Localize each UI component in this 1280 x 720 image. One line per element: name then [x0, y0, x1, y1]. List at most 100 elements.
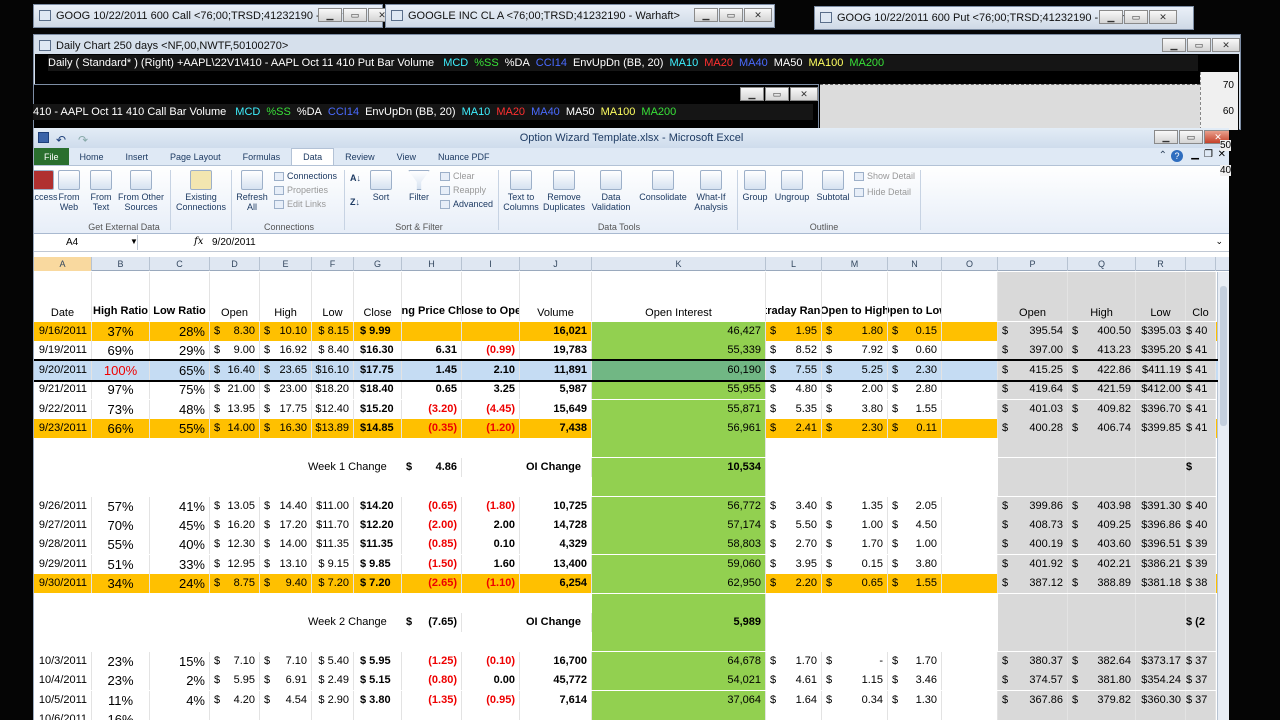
- closing-price-change-cell[interactable]: 0.65: [402, 380, 462, 400]
- volume-cell[interactable]: 14,728: [520, 516, 592, 535]
- stock-high-cell[interactable]: $379.82: [1068, 690, 1136, 710]
- header-low[interactable]: Low: [312, 272, 354, 321]
- open-interest-cell[interactable]: 60,190: [592, 360, 766, 380]
- header-open-interest[interactable]: Open Interest: [592, 272, 766, 321]
- low-ratio-cell[interactable]: 15%: [150, 651, 210, 671]
- formula-input[interactable]: 9/20/2011: [212, 235, 256, 250]
- open-interest-cell[interactable]: 55,871: [592, 399, 766, 419]
- minimize-button[interactable]: ▁: [1162, 38, 1186, 52]
- close-cell[interactable]: $ 7.20: [354, 574, 402, 594]
- stock-close-cell[interactable]: $ 40: [1186, 322, 1216, 341]
- close-to-open-cell[interactable]: (1.10): [462, 574, 520, 594]
- stock-high-cell[interactable]: $409.82: [1068, 399, 1136, 419]
- stock-high-cell[interactable]: $402.21: [1068, 554, 1136, 574]
- high-cell[interactable]: $17.20: [260, 516, 312, 535]
- empty-cell[interactable]: [998, 632, 1068, 652]
- table-row[interactable]: 9/23/2011 66% 55% $14.00 $16.30 $13.89 $14.85(…: [34, 419, 1218, 438]
- header-close-to-open[interactable]: Close to Open: [462, 272, 520, 321]
- stock-window[interactable]: GOOGLE INC CL A <76;00;TRSD;41232190 - W…: [385, 4, 775, 28]
- empty-cell[interactable]: [998, 477, 1068, 497]
- stock-high-cell[interactable]: $406.74: [1068, 419, 1136, 438]
- column-header-s[interactable]: [1186, 257, 1216, 271]
- empty-cell[interactable]: [592, 632, 766, 652]
- stock-open-cell[interactable]: $387.12: [998, 574, 1068, 594]
- close-to-open-cell[interactable]: [462, 322, 520, 341]
- summary-row[interactable]: Week 2 Change $ (7.65) OI Change 5,989 $ (2: [34, 613, 1218, 632]
- column-header-o[interactable]: O: [942, 257, 998, 271]
- blank-row[interactable]: [34, 632, 1218, 652]
- date-cell[interactable]: 10/3/2011: [34, 651, 92, 671]
- open-cell[interactable]: $14.00: [210, 419, 260, 438]
- date-cell[interactable]: 9/16/2011: [34, 322, 92, 341]
- maximize-button[interactable]: ▭: [343, 8, 367, 22]
- header-high-ratio[interactable]: High Ratio: [92, 272, 150, 321]
- refresh-all-button[interactable]: Refresh All: [234, 170, 270, 212]
- table-row[interactable]: 9/26/2011 57% 41% $13.05 $14.40 $11.00 $14.20(…: [34, 496, 1218, 516]
- empty-cell[interactable]: [942, 574, 998, 594]
- empty-cell[interactable]: [942, 360, 998, 380]
- oi-change-value[interactable]: 10,534: [592, 457, 766, 477]
- close-to-open-cell[interactable]: (1.20): [462, 419, 520, 438]
- excel-window[interactable]: ↶ ↷ Option Wizard Template.xlsx - Micros…: [33, 128, 1229, 720]
- stock-low-cell[interactable]: $391.30: [1136, 496, 1186, 516]
- header-high[interactable]: High: [260, 272, 312, 321]
- high-ratio-cell[interactable]: 69%: [92, 341, 150, 361]
- intraday-range-cell[interactable]: $2.20: [766, 574, 822, 594]
- week-change-label[interactable]: Week 1 Change: [308, 458, 404, 477]
- high-cell[interactable]: $14.00: [260, 535, 312, 555]
- empty-cell[interactable]: [1068, 593, 1136, 613]
- intraday-range-cell[interactable]: $4.80: [766, 380, 822, 400]
- header-open-to-low[interactable]: Open to Low: [888, 272, 942, 321]
- oi-change-value[interactable]: 5,989: [592, 613, 766, 632]
- name-box-dropdown-icon[interactable]: ▼: [130, 237, 138, 246]
- subtotal-button[interactable]: Subtotal: [814, 170, 852, 202]
- closing-price-change-cell[interactable]: 6.31: [402, 341, 462, 361]
- date-cell[interactable]: 9/23/2011: [34, 419, 92, 438]
- closing-price-change-cell[interactable]: (2.00): [402, 516, 462, 535]
- table-row[interactable]: 9/19/2011 69% 29% $9.00 $16.92 $ 8.40 $16.30 6.…: [34, 341, 1218, 361]
- stock-low-cell[interactable]: [1136, 710, 1186, 720]
- open-to-high-cell[interactable]: $0.15: [822, 554, 888, 574]
- date-cell[interactable]: 9/26/2011: [34, 496, 92, 516]
- tab-home[interactable]: Home: [69, 148, 115, 165]
- volume-cell[interactable]: 15,649: [520, 399, 592, 419]
- intraday-range-cell[interactable]: $2.41: [766, 419, 822, 438]
- low-cell[interactable]: $ 5.40: [312, 651, 354, 671]
- insert-function-icon[interactable]: fx: [194, 236, 203, 247]
- low-ratio-cell[interactable]: 4%: [150, 690, 210, 710]
- closing-price-change-cell[interactable]: (2.65): [402, 574, 462, 594]
- volume-cell[interactable]: 7,614: [520, 690, 592, 710]
- close-cell[interactable]: $12.20: [354, 516, 402, 535]
- column-header-a[interactable]: A: [34, 257, 92, 271]
- close-button[interactable]: ✕: [744, 8, 772, 22]
- intraday-range-cell[interactable]: $3.40: [766, 496, 822, 516]
- stock-close-cell[interactable]: [1186, 710, 1216, 720]
- volume-cell[interactable]: 19,783: [520, 341, 592, 361]
- redo-icon[interactable]: ↷: [78, 130, 88, 150]
- scroll-thumb[interactable]: [1220, 286, 1227, 426]
- open-interest-cell[interactable]: 59,060: [592, 554, 766, 574]
- stock-low-cell[interactable]: $396.70: [1136, 399, 1186, 419]
- stock-low-cell[interactable]: $386.21: [1136, 554, 1186, 574]
- date-cell[interactable]: 9/29/2011: [34, 554, 92, 574]
- stock-low-cell[interactable]: $399.85: [1136, 419, 1186, 438]
- open-interest-cell[interactable]: 46,427: [592, 322, 766, 341]
- volume-cell[interactable]: 45,772: [520, 671, 592, 691]
- close-cell[interactable]: $14.20: [354, 496, 402, 516]
- closing-price-change-cell[interactable]: (0.35): [402, 419, 462, 438]
- table-row[interactable]: 9/30/2011 34% 24% $8.75 $9.40 $ 7.20 $ 7.20 (2.…: [34, 574, 1218, 594]
- open-to-low-cell[interactable]: $1.00: [888, 535, 942, 555]
- column-header-l[interactable]: L: [766, 257, 822, 271]
- empty-cell[interactable]: [942, 651, 998, 671]
- worksheet-grid[interactable]: Date High Ratio Low Ratio Open High Low Close C…: [34, 272, 1218, 720]
- high-ratio-cell[interactable]: 37%: [92, 322, 150, 341]
- quick-access-save-icon[interactable]: [38, 132, 49, 143]
- tab-review[interactable]: Review: [334, 148, 386, 165]
- empty-cell[interactable]: [942, 341, 998, 361]
- stock-high-cell[interactable]: $421.59: [1068, 380, 1136, 400]
- high-ratio-cell[interactable]: 73%: [92, 399, 150, 419]
- consolidate-button[interactable]: Consolidate: [638, 170, 688, 202]
- closing-price-change-cell[interactable]: (0.65): [402, 496, 462, 516]
- open-to-low-cell[interactable]: $1.55: [888, 574, 942, 594]
- minimize-button[interactable]: ▁: [1099, 10, 1123, 24]
